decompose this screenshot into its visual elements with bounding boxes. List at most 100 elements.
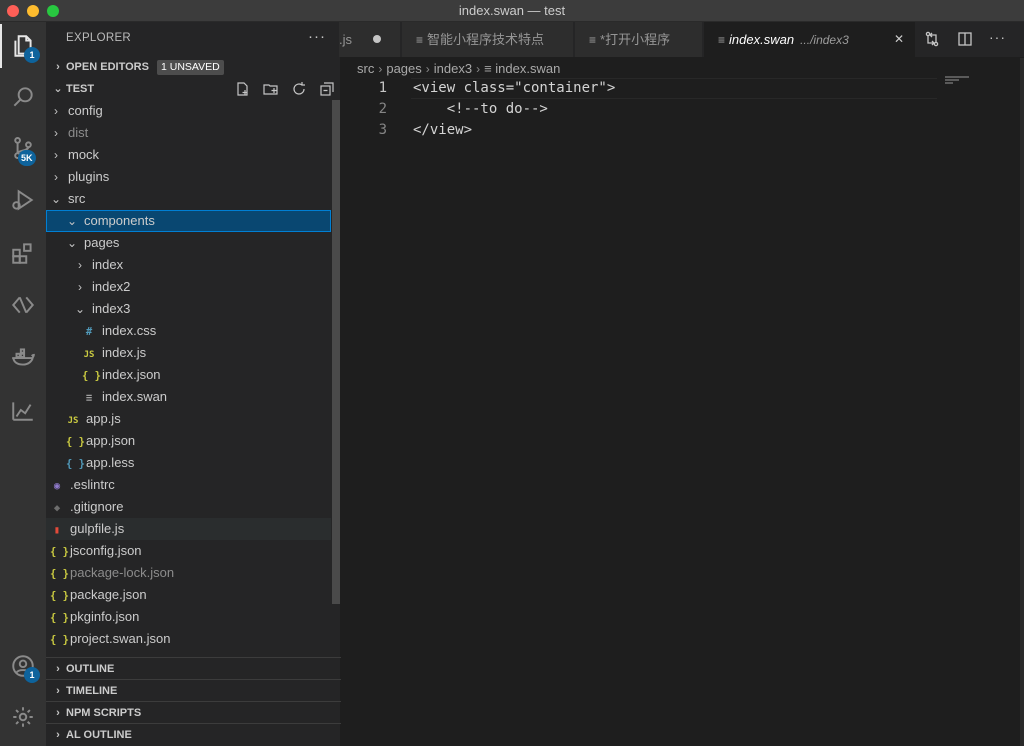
folder-section-test[interactable]: ⌄ TEST	[46, 78, 341, 100]
file-lines-icon: ≡	[589, 33, 597, 47]
line-number: 2	[378, 101, 387, 117]
line-content: <view class="container">	[413, 80, 616, 96]
file-item[interactable]: ▮ gulpfile.js	[46, 518, 331, 540]
folder-item[interactable]: › index2	[46, 276, 331, 298]
open-editors-section[interactable]: › OPEN EDITORS 1 UNSAVED	[46, 56, 341, 78]
breadcrumb-item[interactable]: pages	[386, 61, 421, 76]
more-actions-icon[interactable]: ···	[308, 28, 326, 45]
git-file-icon: ◆	[53, 502, 61, 514]
json-file-icon: { }	[82, 370, 101, 382]
explorer-sidebar: EXPLORER ··· › OPEN EDITORS 1 UNSAVED ⌄ …	[46, 22, 341, 746]
chevron-right-icon: ›	[54, 170, 58, 184]
accounts-icon[interactable]: 1	[0, 644, 46, 688]
tree-item-label: app.json	[86, 433, 136, 448]
file-item[interactable]: ◆ .gitignore	[46, 496, 331, 518]
chevron-right-icon: ›	[56, 685, 60, 697]
chevron-right-icon: ›	[476, 62, 481, 76]
file-item[interactable]: { }app.json	[46, 430, 331, 452]
file-item[interactable]: { }project.swan.json	[46, 628, 331, 650]
section-timeline[interactable]: › TIMELINE	[46, 679, 341, 701]
section-outline[interactable]: › OUTLINE	[46, 657, 341, 679]
chevron-right-icon: ›	[56, 663, 60, 675]
tree-item-label: .eslintrc	[70, 477, 115, 492]
title-bar: index.swan — test	[0, 0, 1024, 22]
breadcrumb-item[interactable]: index.swan	[495, 61, 560, 76]
tree-item-label: pkginfo.json	[70, 609, 140, 624]
tab-label: .js	[339, 32, 352, 47]
editor-tab[interactable]: .js	[339, 22, 401, 57]
file-item[interactable]: { }app.less	[46, 452, 331, 474]
section-npm-scripts[interactable]: › NPM SCRIPTS	[46, 701, 341, 723]
breadcrumb-item[interactable]: src	[357, 61, 374, 76]
file-item[interactable]: { }index.json	[46, 364, 331, 386]
json-file-icon: { }	[50, 546, 69, 558]
search-icon[interactable]	[0, 75, 46, 119]
css-file-icon: #	[85, 326, 93, 338]
editor-tab[interactable]: ≡ *打开小程序	[575, 22, 703, 57]
folder-item[interactable]: › index	[46, 254, 331, 276]
open-changes-icon[interactable]	[924, 31, 940, 47]
more-actions-icon[interactable]: ···	[989, 29, 1005, 45]
folder-item[interactable]: ⌄ pages	[46, 232, 331, 254]
code-line[interactable]: 3 </view>	[341, 120, 941, 141]
file-item[interactable]: JS index.js	[46, 342, 331, 364]
file-item[interactable]: JS app.js	[46, 408, 331, 430]
gear-icon[interactable]	[0, 695, 46, 739]
file-item[interactable]: ≡ index.swan	[46, 386, 331, 408]
folder-item[interactable]: › mock	[46, 144, 331, 166]
file-item[interactable]: { }jsconfig.json	[46, 540, 331, 562]
file-item[interactable]: # index.css	[46, 320, 331, 342]
activity-bar: 1 5K 1	[0, 22, 46, 746]
kubernetes-extension-icon[interactable]	[0, 283, 46, 327]
refresh-icon[interactable]	[291, 81, 307, 97]
explorer-badge: 1	[24, 47, 40, 63]
tree-item-label: index.swan	[102, 389, 168, 404]
extensions-icon[interactable]	[0, 231, 46, 275]
tree-item-label: index.css	[102, 323, 157, 338]
section-al-outline[interactable]: › AL OUTLINE	[46, 723, 341, 745]
run-debug-icon[interactable]	[0, 178, 46, 222]
chevron-down-icon: ⌄	[66, 214, 78, 228]
close-icon[interactable]: ✕	[894, 22, 904, 57]
tree-item-label: gulpfile.js	[70, 521, 125, 536]
folder-item[interactable]: ⌄ src	[46, 188, 331, 210]
js-file-icon: JS	[67, 416, 79, 426]
folder-item[interactable]: › config	[46, 100, 331, 122]
explorer-scrollbar[interactable]	[332, 100, 340, 604]
explorer-header: EXPLORER ···	[46, 22, 341, 56]
json-file-icon: { }	[50, 634, 69, 646]
explorer-icon[interactable]: 1	[0, 24, 46, 68]
file-item[interactable]: ◉ .eslintrc	[46, 474, 331, 496]
collapse-all-icon[interactable]	[319, 81, 335, 97]
file-item[interactable]: { }package-lock.json	[46, 562, 331, 584]
editor-area: .js ≡ 智能小程序技术特点 ≡ *打开小程序 ≡ index.swan .../index…	[339, 22, 1024, 746]
editor-tab[interactable]: ≡ 智能小程序技术特点	[402, 22, 574, 57]
tree-item-label: index	[92, 257, 124, 272]
source-control-badge: 5K	[18, 150, 36, 166]
new-folder-icon[interactable]	[263, 81, 279, 97]
file-lines-icon: ≡	[416, 33, 424, 47]
analytics-icon[interactable]	[0, 388, 46, 432]
code-line[interactable]: 1 <view class="container">	[341, 78, 941, 99]
tree-item-label: dist	[68, 125, 89, 140]
editor-scrollbar[interactable]	[1020, 58, 1024, 746]
code-line[interactable]: 2 <!--to do-->	[341, 99, 941, 120]
swan-file-icon: ≡	[85, 392, 93, 404]
breadcrumb-item[interactable]: index3	[434, 61, 472, 76]
unsaved-dot-icon[interactable]	[373, 35, 381, 43]
tree-item-label: package.json	[70, 587, 147, 602]
folder-item[interactable]: › plugins	[46, 166, 331, 188]
file-item[interactable]: { }pkginfo.json	[46, 606, 331, 628]
tree-item-label: mock	[68, 147, 100, 162]
new-file-icon[interactable]	[235, 81, 251, 97]
editor-tab[interactable]: ≡ index.swan .../index3 ✕	[704, 22, 916, 57]
source-control-icon[interactable]: 5K	[0, 126, 46, 170]
folder-item[interactable]: › dist	[46, 122, 331, 144]
docker-icon[interactable]	[0, 335, 46, 379]
folder-item[interactable]: ⌄ components	[46, 210, 331, 232]
editor-actions: ···	[917, 22, 1024, 57]
minimap[interactable]	[945, 76, 975, 84]
folder-item[interactable]: ⌄ index3	[46, 298, 331, 320]
split-editor-icon[interactable]	[957, 31, 973, 47]
file-item[interactable]: { }package.json	[46, 584, 331, 606]
